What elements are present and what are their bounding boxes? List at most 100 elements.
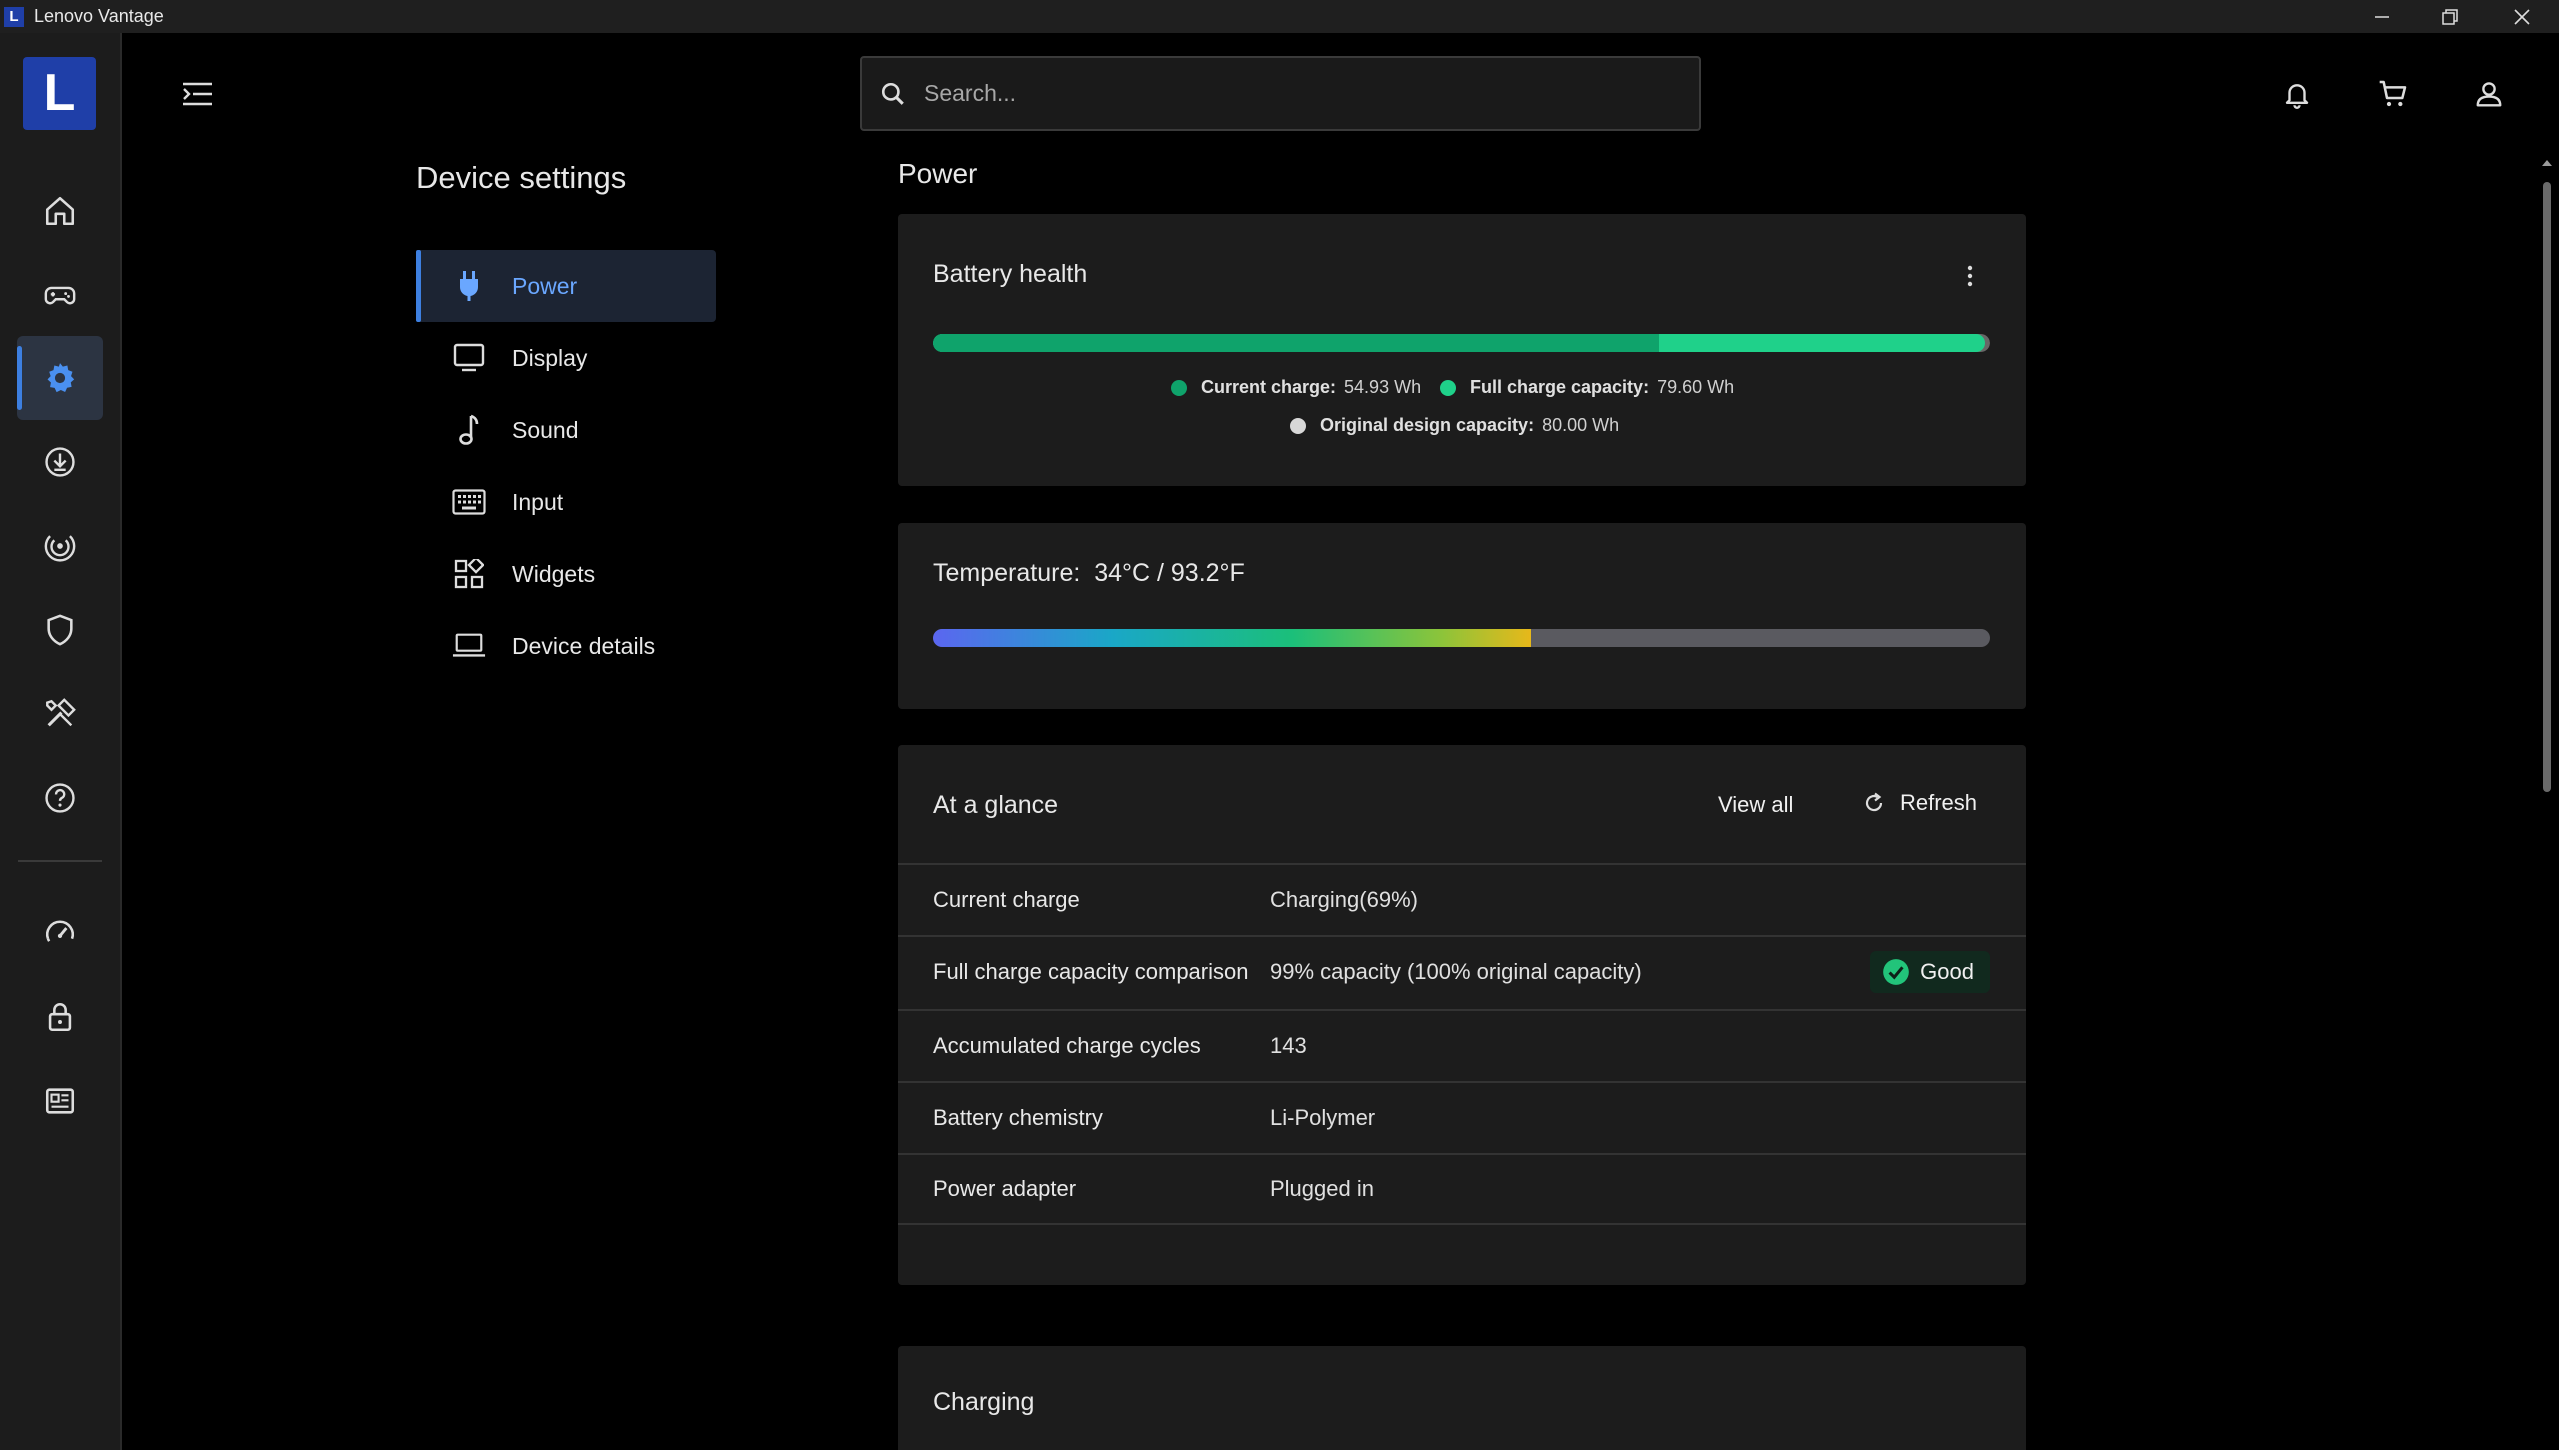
download-icon <box>45 447 75 477</box>
row-value: Plugged in <box>1270 1176 1374 1201</box>
rail-security[interactable] <box>17 588 103 672</box>
lock-icon <box>48 1003 72 1032</box>
nav-item-sound[interactable]: Sound <box>416 394 716 466</box>
refresh-button[interactable]: Refresh <box>1862 790 1977 816</box>
nav-item-display[interactable]: Display <box>416 322 716 394</box>
at-a-glance-title: At a glance <box>933 791 1059 819</box>
nav-label-display: Display <box>512 344 588 371</box>
temperature-card: Temperature: 34°C / 93.2°F <box>898 523 2026 709</box>
cart-button[interactable] <box>2371 72 2415 116</box>
rail-help[interactable] <box>17 756 103 840</box>
scrollbar[interactable] <box>2540 150 2554 1450</box>
temperature-bar-fill <box>933 629 1531 647</box>
keyboard-icon <box>452 486 486 518</box>
view-all-button[interactable]: View all <box>1718 792 1793 818</box>
row-value: 99% capacity (100% original capacity) <box>1270 959 1642 984</box>
battery-capacity-bar <box>933 334 1990 352</box>
row-label: Battery chemistry <box>933 1105 1103 1130</box>
nav-label-widgets: Widgets <box>512 560 596 587</box>
laptop-icon <box>452 630 486 662</box>
rail-downloads[interactable] <box>17 420 103 504</box>
gamepad-icon <box>44 286 76 305</box>
rail-tools[interactable] <box>17 672 103 756</box>
lenovo-logo[interactable]: L <box>23 57 96 130</box>
restore-button[interactable] <box>2416 0 2484 33</box>
app-logo-small: L <box>4 7 24 27</box>
rail-performance[interactable] <box>17 891 103 975</box>
nav-label-sound: Sound <box>512 416 579 443</box>
menu-collapse-icon <box>183 82 212 106</box>
scroll-up-icon <box>2542 160 2552 166</box>
rail-divider <box>18 860 102 862</box>
battery-health-card: Battery health Current charge: 54.93 Wh … <box>898 214 2026 486</box>
legend-dot-design <box>1290 417 1306 434</box>
cart-icon <box>2379 80 2407 107</box>
charging-card: Charging <box>898 1346 2026 1450</box>
legend-full-value: 79.60 Wh <box>1657 377 1735 397</box>
row-value: 143 <box>1270 1033 1307 1058</box>
nav-label-power: Power <box>512 272 578 299</box>
bell-icon <box>2285 84 2309 109</box>
menu-toggle-button[interactable] <box>178 76 218 112</box>
temperature-bar <box>933 629 1990 647</box>
widgets-icon <box>452 558 486 590</box>
scroll-thumb[interactable] <box>2543 182 2551 792</box>
window-title: Lenovo Vantage <box>34 6 164 26</box>
tools-icon <box>46 698 76 727</box>
refresh-label: Refresh <box>1900 790 1978 815</box>
monitor-icon <box>452 342 486 374</box>
nav-item-input[interactable]: Input <box>416 466 716 538</box>
rail-network[interactable] <box>17 504 103 588</box>
legend-dot-full <box>1440 379 1456 396</box>
temperature-value: 34°C / 93.2°F <box>1094 559 1245 587</box>
row-label: Accumulated charge cycles <box>933 1033 1201 1058</box>
search-input[interactable] <box>924 80 1624 107</box>
notifications-button[interactable] <box>2275 72 2319 116</box>
rail-news[interactable] <box>17 1059 103 1143</box>
more-options-button[interactable] <box>1960 262 1980 290</box>
gear-icon <box>47 363 75 393</box>
rail-gaming[interactable] <box>17 253 103 337</box>
restore-icon <box>2442 8 2458 25</box>
legend-design-label: Original design capacity: <box>1320 415 1535 435</box>
row-label: Power adapter <box>933 1176 1077 1201</box>
close-button[interactable] <box>2488 0 2556 33</box>
music-note-icon <box>452 414 486 446</box>
help-icon <box>45 783 75 813</box>
rail-device-settings[interactable] <box>17 336 103 420</box>
speedometer-icon <box>46 920 74 949</box>
row-value: Charging(69%) <box>1270 887 1418 912</box>
table-row: Accumulated charge cycles 143 <box>898 1009 2026 1081</box>
nav-label-device-details: Device details <box>512 632 656 659</box>
legend-full-capacity: Full charge capacity: 79.60 Wh <box>1440 377 1734 398</box>
refresh-icon <box>1865 792 1883 812</box>
legend-dot-current <box>1171 379 1187 396</box>
home-icon <box>45 196 75 226</box>
nav-item-widgets[interactable]: Widgets <box>416 538 716 610</box>
rail-home[interactable] <box>17 169 103 253</box>
more-vertical-icon <box>1967 265 1973 287</box>
search-icon <box>881 82 904 105</box>
row-label: Full charge capacity comparison <box>933 959 1249 984</box>
nav-label-input: Input <box>512 488 564 515</box>
table-row: Power adapter Plugged in <box>898 1153 2026 1225</box>
nav-item-power[interactable]: Power <box>416 250 716 322</box>
charging-title: Charging <box>933 1388 1035 1416</box>
minimize-button[interactable] <box>2348 0 2416 33</box>
minimize-icon <box>2375 15 2389 18</box>
temperature-label: Temperature: <box>933 559 1081 587</box>
shield-icon <box>47 614 73 646</box>
legend-design-value: 80.00 Wh <box>1542 415 1620 435</box>
table-row: Full charge capacity comparison 99% capa… <box>898 935 2026 1007</box>
signal-icon <box>44 535 76 562</box>
nav-item-device-details[interactable]: Device details <box>416 610 716 682</box>
legend-current-label: Current charge: <box>1201 377 1337 397</box>
search-box[interactable] <box>860 56 1701 131</box>
legend-design-capacity: Original design capacity: 80.00 Wh <box>1290 415 1619 436</box>
plug-icon <box>452 270 486 302</box>
left-rail: L <box>0 33 122 1450</box>
account-button[interactable] <box>2467 72 2511 116</box>
status-badge: Good <box>1870 951 1990 993</box>
status-badge-label: Good <box>1920 959 1974 984</box>
rail-lock[interactable] <box>17 975 103 1059</box>
